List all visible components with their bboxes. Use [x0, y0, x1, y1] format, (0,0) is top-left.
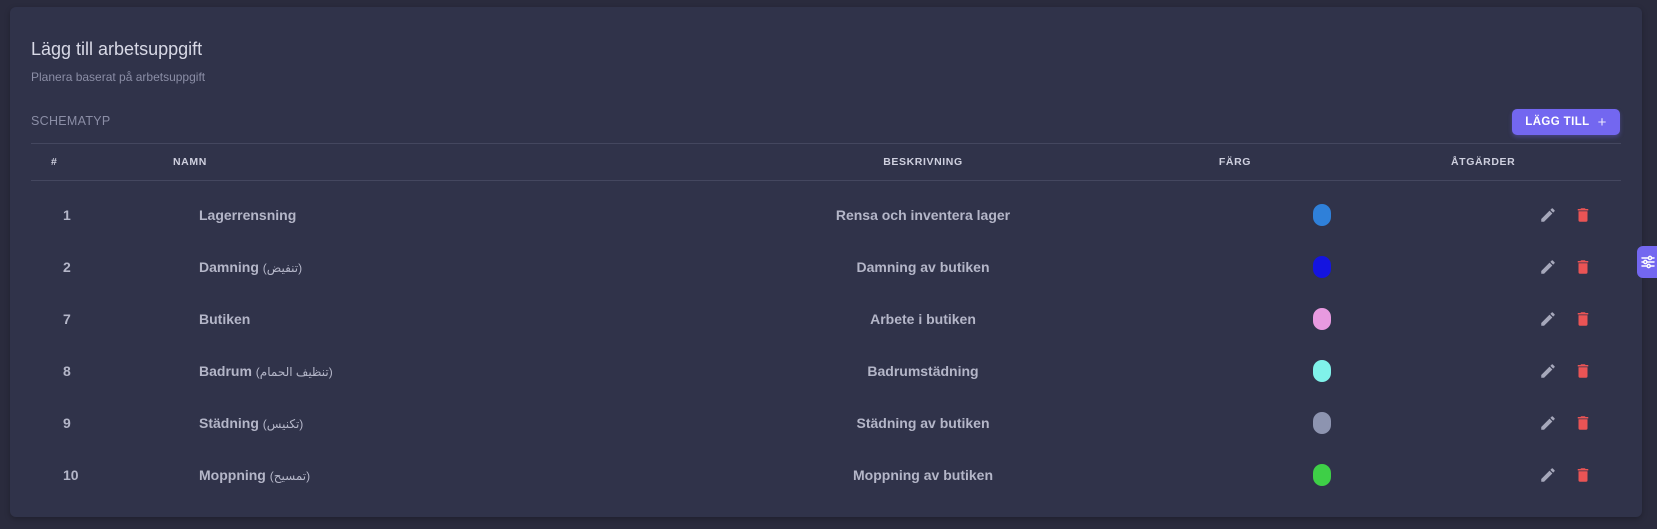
color-swatch	[1313, 360, 1331, 382]
row-number: 7	[63, 311, 71, 327]
row-number: 10	[63, 467, 79, 483]
schedule-type-card: Lägg till arbetsuppgift Planera baserat …	[10, 7, 1642, 517]
row-name-text: Lagerrensning	[199, 207, 297, 223]
trash-icon[interactable]	[1573, 413, 1593, 433]
row-name-arabic: (تنظيف الحمام)	[255, 365, 333, 379]
row-description: Damning av butiken	[856, 259, 990, 275]
row-name-text: Städning	[199, 415, 259, 431]
row-actions	[1538, 345, 1598, 397]
trash-icon[interactable]	[1573, 309, 1593, 329]
trash-icon[interactable]	[1573, 361, 1593, 381]
table-row: 9 Städning (تكنيس) Städning av butiken	[31, 397, 1621, 449]
column-header-description: BESKRIVNING	[883, 156, 963, 168]
row-name: Badrum (تنظيف الحمام)	[199, 345, 333, 397]
page-title: Lägg till arbetsuppgift	[31, 39, 203, 59]
column-header-num: #	[51, 156, 58, 168]
row-actions	[1538, 397, 1598, 449]
row-color	[1313, 189, 1331, 241]
pencil-icon[interactable]	[1538, 257, 1558, 277]
row-actions	[1538, 189, 1598, 241]
row-color	[1313, 397, 1331, 449]
row-description: Arbete i butiken	[870, 311, 976, 327]
color-swatch	[1313, 464, 1331, 486]
row-description: Moppning av butiken	[853, 467, 993, 483]
row-number: 1	[63, 207, 71, 223]
row-number: 2	[63, 259, 71, 275]
plus-icon: +	[1597, 113, 1607, 131]
row-description: Rensa och inventera lager	[835, 207, 1011, 223]
table-row: 2 Damning (تنفيض) Damning av butiken	[31, 241, 1621, 293]
color-swatch	[1313, 204, 1331, 226]
row-actions	[1538, 293, 1598, 345]
color-swatch	[1313, 412, 1331, 434]
row-actions	[1538, 241, 1598, 293]
row-name-text: Moppning	[199, 467, 266, 483]
row-name-arabic: (تكنيس)	[262, 417, 304, 431]
schedule-type-table: # NAMN BESKRIVNING FÄRG ÅTGÄRDER 1 Lager…	[31, 143, 1621, 501]
row-name: Damning (تنفيض)	[199, 241, 302, 293]
trash-icon[interactable]	[1573, 257, 1593, 277]
pencil-icon[interactable]	[1538, 465, 1558, 485]
pencil-icon[interactable]	[1538, 361, 1558, 381]
row-name-text: Damning	[199, 259, 259, 275]
color-swatch	[1313, 256, 1331, 278]
row-color	[1313, 449, 1331, 501]
table-row: 7 Butiken Arbete i butiken	[31, 293, 1621, 345]
page-subtitle: Planera baserat på arbetsuppgift	[31, 70, 206, 84]
column-header-actions: ÅTGÄRDER	[1451, 156, 1516, 168]
row-name: Moppning (تمسيح)	[199, 449, 310, 501]
table-row: 8 Badrum (تنظيف الحمام) Badrumstädning	[31, 345, 1621, 397]
trash-icon[interactable]	[1573, 205, 1593, 225]
section-label: SCHEMATYP	[31, 114, 111, 128]
table-body: 1 Lagerrensning Rensa och inventera lage…	[31, 181, 1621, 501]
customizer-toggle[interactable]	[1637, 246, 1657, 278]
add-button[interactable]: LÄGG TILL +	[1512, 109, 1620, 135]
row-name-arabic: (تنفيض)	[262, 261, 303, 275]
row-name-text: Butiken	[199, 311, 251, 327]
add-button-label: LÄGG TILL	[1525, 116, 1590, 128]
row-description: Badrumstädning	[867, 363, 979, 379]
row-name: Butiken	[199, 293, 250, 345]
row-description: Städning av butiken	[856, 415, 990, 431]
column-header-name: NAMN	[173, 156, 207, 168]
row-actions	[1538, 449, 1598, 501]
row-number: 9	[63, 415, 71, 431]
table-row: 10 Moppning (تمسيح) Moppning av butiken	[31, 449, 1621, 501]
row-color	[1313, 345, 1331, 397]
table-row: 1 Lagerrensning Rensa och inventera lage…	[31, 189, 1621, 241]
row-name-text: Badrum	[199, 363, 252, 379]
row-name: Städning (تكنيس)	[199, 397, 303, 449]
trash-icon[interactable]	[1573, 465, 1593, 485]
pencil-icon[interactable]	[1538, 413, 1558, 433]
pencil-icon[interactable]	[1538, 309, 1558, 329]
row-name-arabic: (تمسيح)	[269, 469, 311, 483]
row-number: 8	[63, 363, 71, 379]
row-color	[1313, 241, 1331, 293]
color-swatch	[1313, 308, 1331, 330]
pencil-icon[interactable]	[1538, 205, 1558, 225]
table-header: # NAMN BESKRIVNING FÄRG ÅTGÄRDER	[31, 143, 1621, 181]
column-header-color: FÄRG	[1218, 156, 1252, 168]
row-name: Lagerrensning	[199, 189, 296, 241]
row-color	[1313, 293, 1331, 345]
sliders-icon	[1641, 255, 1655, 269]
